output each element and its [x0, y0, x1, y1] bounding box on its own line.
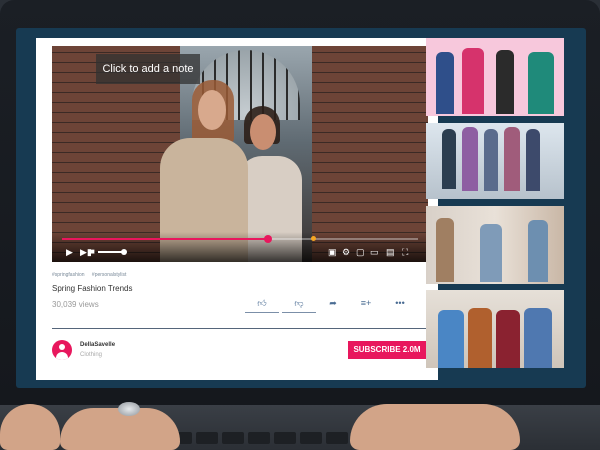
- figure: [528, 220, 548, 282]
- figure: [480, 224, 502, 282]
- figure: [496, 50, 514, 114]
- key: [196, 432, 218, 444]
- key: [300, 432, 322, 444]
- play-icon[interactable]: ▶: [66, 247, 73, 257]
- video-tags: #springfashion #personalstylist: [52, 272, 132, 278]
- avatar-head: [59, 344, 65, 350]
- miniplayer-icon[interactable]: ▢: [356, 247, 365, 257]
- key: [274, 432, 296, 444]
- ring: [118, 402, 140, 416]
- progress-bar[interactable]: [62, 235, 418, 243]
- add-note-tooltip[interactable]: Click to add a note: [96, 54, 200, 84]
- volume-icon[interactable]: ■: [90, 247, 95, 257]
- video-player[interactable]: Click to add a note ▶ ▶▮ ■ ▣ ⚙ ▢ ▭ ▤ ⛶: [52, 46, 428, 262]
- divider: [52, 328, 426, 329]
- volume-knob[interactable]: [121, 249, 127, 255]
- share-icon[interactable]: ➦: [321, 298, 345, 309]
- progress-played: [62, 238, 269, 240]
- add-to-playlist-icon[interactable]: ≡+: [354, 298, 378, 308]
- figure: [438, 310, 464, 368]
- key: [222, 432, 244, 444]
- key: [248, 432, 270, 444]
- figure: [484, 129, 498, 191]
- view-count: 30,039 views: [52, 300, 99, 309]
- model-right-face: [250, 114, 276, 150]
- avatar-body: [56, 352, 68, 360]
- figure: [528, 52, 554, 114]
- channel-category: Clothing: [80, 352, 103, 358]
- figure: [496, 310, 520, 368]
- figure: [436, 218, 454, 282]
- figure: [462, 127, 478, 191]
- like-underline: [245, 312, 279, 313]
- laptop-screen: Click to add a note ▶ ▶▮ ■ ▣ ⚙ ▢ ▭ ▤ ⛶ #…: [16, 28, 586, 388]
- settings-icon[interactable]: ⚙: [342, 247, 350, 257]
- cast-icon[interactable]: ▤: [386, 247, 395, 257]
- figure: [524, 308, 552, 368]
- theater-icon[interactable]: ▭: [370, 247, 379, 257]
- captions-icon[interactable]: ▣: [328, 247, 337, 257]
- thumbnail-group-coats[interactable]: [426, 290, 564, 368]
- figure: [504, 127, 520, 191]
- thumbnail-runway[interactable]: [426, 123, 564, 199]
- brick-wall-right: [312, 46, 428, 262]
- key: [326, 432, 348, 444]
- tag[interactable]: #personalstylist: [92, 272, 126, 278]
- dislike-underline: [282, 312, 316, 313]
- volume-slider[interactable]: [98, 249, 127, 255]
- thumbs-up-icon[interactable]: 👍︎: [250, 298, 274, 309]
- figure: [462, 48, 484, 114]
- figure: [468, 308, 492, 368]
- thumbnail-fashion-lineup[interactable]: [426, 38, 564, 116]
- video-page: Click to add a note ▶ ▶▮ ■ ▣ ⚙ ▢ ▭ ▤ ⛶ #…: [36, 38, 438, 380]
- model-left-face: [198, 90, 226, 130]
- left-hand: [60, 408, 180, 450]
- channel-avatar[interactable]: [52, 340, 72, 360]
- channel-name[interactable]: DellaSavelle: [80, 342, 115, 348]
- figure: [436, 52, 454, 114]
- fullscreen-icon[interactable]: ⛶: [402, 247, 408, 257]
- video-title: Spring Fashion Trends: [52, 284, 133, 293]
- thumbs-down-icon[interactable]: 👎︎: [287, 298, 311, 309]
- figure: [442, 129, 456, 189]
- tag[interactable]: #springfashion: [52, 272, 85, 278]
- thumbnail-street-style[interactable]: [426, 206, 564, 284]
- figure: [526, 129, 540, 191]
- more-icon[interactable]: •••: [388, 298, 412, 308]
- subscribe-button[interactable]: SUBSCRIBE 2.0M: [348, 341, 426, 359]
- right-hand: [350, 404, 520, 450]
